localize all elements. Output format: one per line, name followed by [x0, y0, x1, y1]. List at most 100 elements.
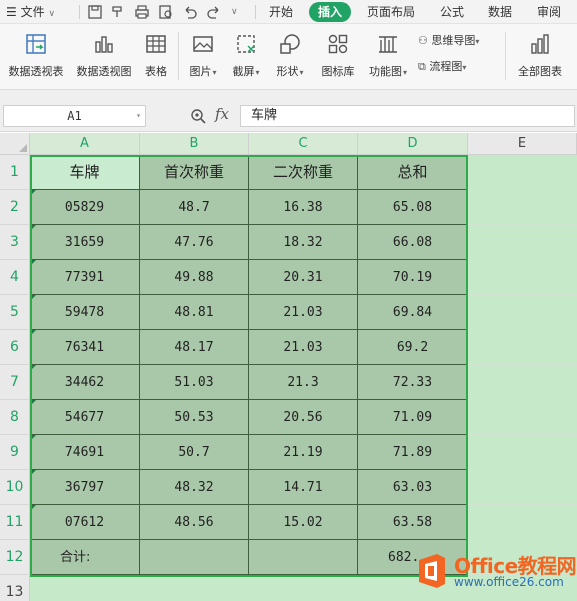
data-cell[interactable]: 48.56: [140, 505, 249, 540]
data-cell[interactable]: 21.3: [249, 365, 358, 400]
row-header-5[interactable]: 5: [0, 295, 30, 330]
data-cell[interactable]: 49.88: [140, 260, 249, 295]
empty-cell[interactable]: [468, 295, 577, 330]
tab-data[interactable]: 数据: [488, 0, 512, 24]
header-cell[interactable]: 总和: [358, 155, 468, 190]
file-menu[interactable]: ☰ 文件 ∨: [6, 0, 55, 24]
data-cell[interactable]: 70.19: [358, 260, 468, 295]
column-header-e[interactable]: E: [468, 133, 577, 155]
data-cell[interactable]: 77391: [30, 260, 140, 295]
select-all-corner[interactable]: [0, 133, 30, 155]
data-cell[interactable]: 63.58: [358, 505, 468, 540]
header-cell[interactable]: 二次称重: [249, 155, 358, 190]
spreadsheet-grid[interactable]: A B C D E 1 2 3 4 5 6 7 8 9 10 11 12 13 车牌 首次称重 二次称重 总和 05829 4…: [0, 133, 577, 601]
empty-cell[interactable]: [468, 400, 577, 435]
data-cell[interactable]: 34462: [30, 365, 140, 400]
row-header-8[interactable]: 8: [0, 400, 30, 435]
data-cell[interactable]: 50.7: [140, 435, 249, 470]
row-header-3[interactable]: 3: [0, 225, 30, 260]
empty-cell[interactable]: [468, 435, 577, 470]
data-cell[interactable]: 69.2: [358, 330, 468, 365]
tab-review[interactable]: 审阅: [537, 0, 561, 24]
data-cell[interactable]: 48.17: [140, 330, 249, 365]
chevron-down-icon[interactable]: ▾: [136, 106, 141, 126]
empty-cell[interactable]: [468, 155, 577, 190]
empty-cell[interactable]: [249, 540, 358, 575]
row-header-12[interactable]: 12: [0, 540, 30, 575]
data-cell[interactable]: 50.53: [140, 400, 249, 435]
empty-cell[interactable]: [140, 540, 249, 575]
data-cell[interactable]: 54677: [30, 400, 140, 435]
data-cell[interactable]: 20.31: [249, 260, 358, 295]
data-cell[interactable]: 48.81: [140, 295, 249, 330]
data-cell[interactable]: 72.33: [358, 365, 468, 400]
tab-page-layout[interactable]: 页面布局: [367, 0, 415, 24]
empty-cell[interactable]: [468, 365, 577, 400]
data-cell[interactable]: 20.56: [249, 400, 358, 435]
data-cell[interactable]: 31659: [30, 225, 140, 260]
undo-icon[interactable]: [182, 4, 198, 20]
empty-cell[interactable]: [468, 225, 577, 260]
quick-access-dropdown-icon[interactable]: ∨: [231, 0, 238, 24]
row-header-13[interactable]: 13: [0, 575, 30, 601]
data-cell[interactable]: 07612: [30, 505, 140, 540]
mind-map-button[interactable]: ⚇ 思维导图▾: [418, 32, 479, 50]
empty-cell[interactable]: [468, 330, 577, 365]
tab-insert[interactable]: 插入: [309, 2, 352, 22]
data-cell[interactable]: 48.32: [140, 470, 249, 505]
fx-icon[interactable]: fx: [215, 105, 229, 123]
data-cell[interactable]: 51.03: [140, 365, 249, 400]
formula-input[interactable]: 车牌: [240, 105, 575, 127]
redo-icon[interactable]: [206, 4, 222, 20]
empty-cell[interactable]: [468, 260, 577, 295]
name-box[interactable]: A1 ▾: [3, 105, 146, 127]
data-cell[interactable]: 74691: [30, 435, 140, 470]
save-icon[interactable]: [87, 4, 103, 20]
row-header-6[interactable]: 6: [0, 330, 30, 365]
flowchart-button[interactable]: ⧉ 流程图▾: [418, 58, 466, 76]
all-charts-icon: [531, 34, 549, 54]
data-cell[interactable]: 59478: [30, 295, 140, 330]
row-header-1[interactable]: 1: [0, 155, 30, 190]
empty-cell[interactable]: [468, 190, 577, 225]
header-cell[interactable]: 车牌: [30, 155, 140, 190]
row-header-11[interactable]: 11: [0, 505, 30, 540]
column-header-c[interactable]: C: [249, 133, 358, 155]
print-preview-icon[interactable]: [158, 4, 174, 20]
data-cell[interactable]: 05829: [30, 190, 140, 225]
print-icon[interactable]: [134, 4, 150, 20]
data-cell[interactable]: 47.76: [140, 225, 249, 260]
data-cell[interactable]: 48.7: [140, 190, 249, 225]
row-header-10[interactable]: 10: [0, 470, 30, 505]
data-cell[interactable]: 21.03: [249, 295, 358, 330]
data-cell[interactable]: 15.02: [249, 505, 358, 540]
column-header-a[interactable]: A: [30, 133, 140, 155]
row-header-9[interactable]: 9: [0, 435, 30, 470]
tab-home[interactable]: 开始: [269, 0, 293, 24]
empty-cell[interactable]: [468, 505, 577, 540]
column-header-b[interactable]: B: [140, 133, 249, 155]
data-cell[interactable]: 66.08: [358, 225, 468, 260]
column-header-d[interactable]: D: [358, 133, 468, 155]
row-header-7[interactable]: 7: [0, 365, 30, 400]
empty-cell[interactable]: [468, 470, 577, 505]
data-cell[interactable]: 69.84: [358, 295, 468, 330]
zoom-icon[interactable]: [190, 108, 206, 124]
header-cell[interactable]: 首次称重: [140, 155, 249, 190]
row-header-2[interactable]: 2: [0, 190, 30, 225]
tab-formulas[interactable]: 公式: [440, 0, 464, 24]
data-cell[interactable]: 76341: [30, 330, 140, 365]
data-cell[interactable]: 21.19: [249, 435, 358, 470]
data-cell[interactable]: 71.89: [358, 435, 468, 470]
data-cell[interactable]: 71.09: [358, 400, 468, 435]
data-cell[interactable]: 65.08: [358, 190, 468, 225]
row-header-4[interactable]: 4: [0, 260, 30, 295]
data-cell[interactable]: 14.71: [249, 470, 358, 505]
data-cell[interactable]: 18.32: [249, 225, 358, 260]
data-cell[interactable]: 16.38: [249, 190, 358, 225]
format-painter-icon[interactable]: [110, 4, 126, 20]
data-cell[interactable]: 21.03: [249, 330, 358, 365]
data-cell[interactable]: 63.03: [358, 470, 468, 505]
total-label-cell[interactable]: 合计:: [30, 540, 140, 575]
data-cell[interactable]: 36797: [30, 470, 140, 505]
